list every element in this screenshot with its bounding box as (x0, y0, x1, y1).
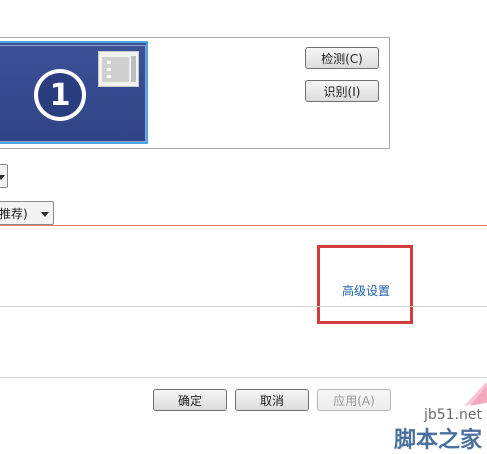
resolution-value: 推荐) (0, 206, 28, 221)
identify-button[interactable]: 识别(I) (305, 80, 379, 102)
chevron-down-icon (0, 175, 5, 180)
watermark-site-name: 脚本之家 (394, 428, 483, 453)
apply-button[interactable]: 应用(A) (317, 389, 391, 411)
advanced-settings-link[interactable]: 高级设置 (342, 282, 390, 299)
watermark-domain: jb51.net (424, 407, 483, 423)
footer-divider (0, 377, 487, 378)
resolution-dropdown[interactable]: 推荐) (0, 201, 54, 225)
ok-button[interactable]: 确定 (153, 389, 227, 411)
divider (0, 306, 487, 307)
window-preview-content (102, 57, 129, 82)
display-number-badge: 1 (34, 69, 86, 121)
window-preview-scrollbar (131, 56, 136, 82)
cancel-button[interactable]: 取消 (235, 389, 309, 411)
chevron-down-icon (41, 212, 49, 217)
display-number: 1 (38, 73, 82, 117)
display-select-dropdown[interactable] (0, 164, 8, 188)
detect-button[interactable]: 检测(C) (305, 47, 379, 69)
divider (0, 225, 487, 226)
